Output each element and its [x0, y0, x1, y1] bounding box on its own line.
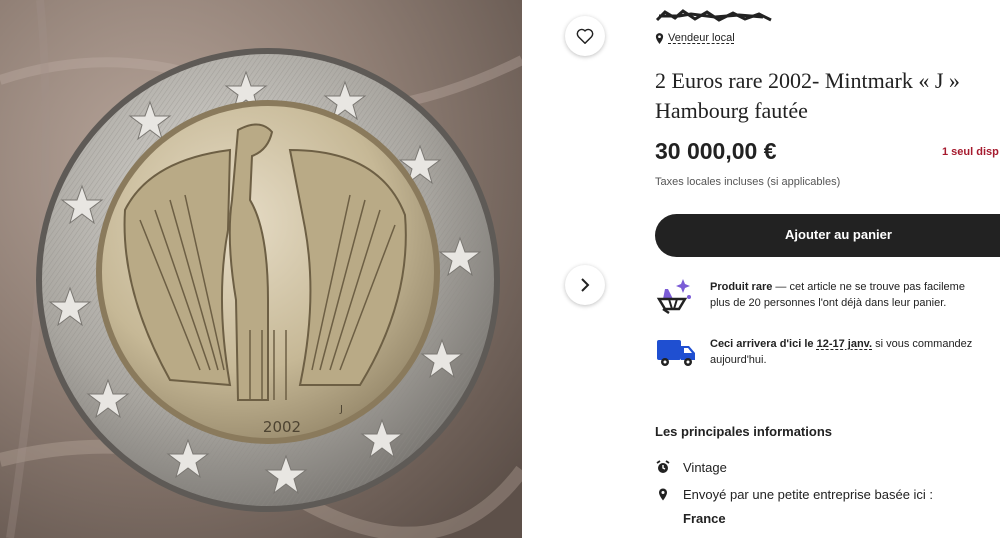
product-title-line1: 2 Euros rare 2002- Mintmark « J »	[655, 68, 960, 93]
product-photo[interactable]: 2002 J	[0, 0, 522, 538]
product-panel: Vendeur local 2 Euros rare 2002- Mintmar…	[655, 0, 1000, 538]
delivery-text2: aujourd'hui.	[710, 354, 767, 366]
redaction-scribble	[655, 9, 772, 22]
delivery-text: si vous commandez	[872, 338, 973, 350]
add-to-cart-label: Ajouter au panier	[785, 227, 892, 242]
rare-notice-bold: Produit rare	[710, 281, 773, 293]
delivery-notice: Ceci arrivera d'ici le 12-17 janv. si vo…	[655, 332, 1000, 372]
sparkle-diamond-icon	[656, 279, 691, 315]
delivery-bold: Ceci arrivera d'ici le	[710, 338, 817, 350]
favorite-button[interactable]	[565, 16, 605, 56]
stock-note: 1 seul disp	[942, 146, 999, 158]
highlight-shipping-label: Envoyé par une petite entreprise basée i…	[683, 486, 934, 502]
coin-year: 2002	[263, 418, 301, 436]
coin-image: 2002 J	[0, 0, 522, 538]
highlights-heading: Les principales informations	[655, 424, 832, 439]
seller-name-redacted[interactable]	[655, 8, 775, 26]
product-price: 30 000,00 €	[655, 138, 777, 164]
tax-note: Taxes locales incluses (si applicables)	[655, 176, 841, 188]
next-image-button[interactable]	[565, 265, 605, 305]
rare-notice-text: — cet article ne se trouve pas facileme	[772, 281, 965, 293]
rare-item-notice: Produit rare — cet article ne se trouve …	[655, 275, 1000, 317]
highlight-vintage-label: Vintage	[683, 459, 727, 475]
delivery-date[interactable]: 12-17 janv.	[817, 338, 872, 350]
rare-notice-text2: plus de 20 personnes l'ont déjà dans leu…	[710, 297, 947, 309]
truck-icon	[657, 340, 695, 366]
highlight-country: France	[683, 511, 726, 526]
highlight-vintage: Vintage	[655, 459, 727, 475]
alarm-clock-icon	[655, 459, 671, 475]
seller-location[interactable]: Vendeur local	[655, 32, 735, 44]
map-pin-icon	[655, 32, 664, 44]
seller-location-label: Vendeur local	[668, 32, 735, 44]
add-to-cart-button[interactable]: Ajouter au panier	[655, 214, 1000, 257]
product-title-line2: Hambourg fautée	[655, 98, 808, 123]
heart-icon	[576, 28, 594, 44]
highlight-shipping-origin: Envoyé par une petite entreprise basée i…	[655, 486, 933, 502]
chevron-right-icon	[581, 278, 590, 292]
coin-mint-mark: J	[339, 404, 343, 415]
product-title: 2 Euros rare 2002- Mintmark « J » Hambou…	[655, 66, 1000, 126]
map-pin-icon	[655, 486, 671, 502]
